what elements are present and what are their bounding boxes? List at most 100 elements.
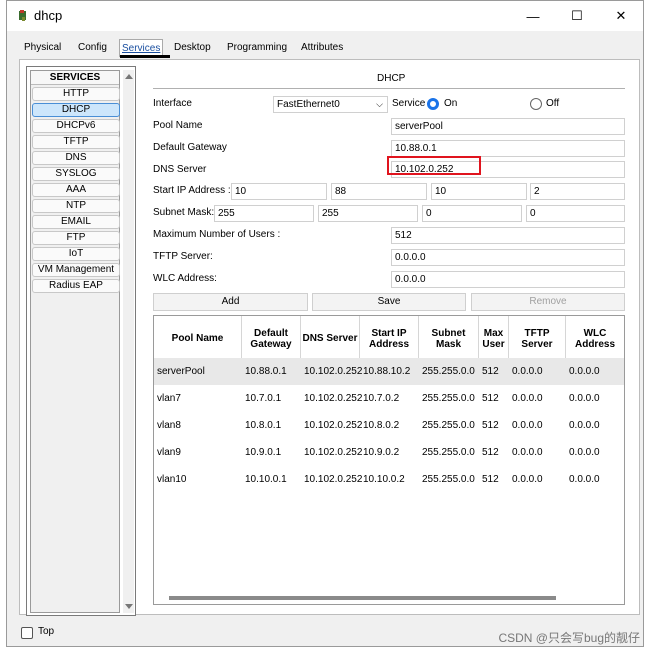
services-panel: SERVICES HTTP DHCP DHCPv6 TFTP DNS SYSLO…: [19, 59, 640, 616]
services-scrollbar[interactable]: [123, 70, 134, 613]
table-horizontal-scrollbar[interactable]: [169, 596, 556, 600]
tab-config[interactable]: Config: [78, 39, 107, 57]
top-checkbox[interactable]: [21, 627, 33, 639]
subnet-mask-octet-1[interactable]: 255: [214, 205, 314, 222]
cell-max-user: 512: [482, 447, 499, 458]
tab-physical[interactable]: Physical: [24, 39, 61, 57]
cell-gateway: 10.9.0.1: [245, 447, 282, 458]
cell-gateway: 10.8.0.1: [245, 420, 282, 431]
maximize-button[interactable]: ☐: [555, 1, 599, 31]
tab-desktop[interactable]: Desktop: [174, 39, 211, 57]
table-row[interactable]: vlan7 10.7.0.1 10.102.0.252 10.7.0.2 255…: [154, 385, 624, 412]
service-item-dns[interactable]: DNS: [32, 151, 120, 165]
table-row[interactable]: serverPool 10.88.0.1 10.102.0.252 10.88.…: [154, 358, 624, 385]
service-item-ntp[interactable]: NTP: [32, 199, 120, 213]
subnet-mask-label: Subnet Mask:: [153, 207, 215, 218]
col-header-max-user[interactable]: Max User: [479, 316, 509, 362]
cell-max-user: 512: [482, 366, 499, 377]
cell-pool-name: vlan8: [157, 420, 181, 431]
service-item-syslog[interactable]: SYSLOG: [32, 167, 120, 181]
services-header: SERVICES: [31, 71, 119, 85]
table-row[interactable]: vlan8 10.8.0.1 10.102.0.252 10.8.0.2 255…: [154, 412, 624, 439]
scroll-down-icon[interactable]: [125, 604, 133, 609]
service-item-radius-eap[interactable]: Radius EAP: [32, 279, 120, 293]
cell-mask: 255.255.0.0: [422, 366, 475, 377]
service-item-iot[interactable]: IoT: [32, 247, 120, 261]
service-item-http[interactable]: HTTP: [32, 87, 120, 101]
col-header-dns-server[interactable]: DNS Server: [301, 316, 360, 362]
tab-attributes[interactable]: Attributes: [301, 39, 343, 57]
cell-wlc: 0.0.0.0: [569, 474, 600, 485]
col-header-wlc-address[interactable]: WLC Address: [566, 316, 624, 362]
remove-button[interactable]: Remove: [471, 293, 625, 311]
table-row[interactable]: vlan10 10.10.0.1 10.102.0.252 10.10.0.2 …: [154, 466, 624, 493]
col-header-tftp-server[interactable]: TFTP Server: [509, 316, 566, 362]
col-header-default-gateway[interactable]: Default Gateway: [242, 316, 301, 362]
tftp-label: TFTP Server:: [153, 251, 213, 262]
interface-value: FastEthernet0: [277, 99, 340, 110]
service-item-dhcp[interactable]: DHCP: [32, 103, 120, 117]
cell-tftp: 0.0.0.0: [512, 393, 543, 404]
app-icon: [19, 10, 26, 21]
interface-select[interactable]: FastEthernet0 ⌵: [273, 96, 388, 113]
cell-dns: 10.102.0.252: [304, 420, 363, 431]
service-off-radio[interactable]: [530, 98, 542, 110]
col-header-start-ip[interactable]: Start IP Address: [360, 316, 419, 362]
start-ip-octet-1[interactable]: 10: [231, 183, 327, 200]
dhcp-title: DHCP: [377, 73, 406, 84]
pool-name-input[interactable]: serverPool: [391, 118, 625, 135]
cell-wlc: 0.0.0.0: [569, 447, 600, 458]
col-header-subnet-mask[interactable]: Subnet Mask: [419, 316, 479, 362]
cell-wlc: 0.0.0.0: [569, 420, 600, 431]
services-list: SERVICES HTTP DHCP DHCPv6 TFTP DNS SYSLO…: [26, 66, 136, 616]
max-users-input[interactable]: 512: [391, 227, 625, 244]
cell-mask: 255.255.0.0: [422, 447, 475, 458]
service-on-radio[interactable]: [427, 98, 439, 110]
wlc-input[interactable]: 0.0.0.0: [391, 271, 625, 288]
save-button[interactable]: Save: [312, 293, 466, 311]
scroll-up-icon[interactable]: [125, 74, 133, 79]
tab-services-label: Services: [122, 43, 161, 54]
service-item-aaa[interactable]: AAA: [32, 183, 120, 197]
start-ip-octet-2[interactable]: 88: [331, 183, 427, 200]
service-item-email[interactable]: EMAIL: [32, 215, 120, 229]
service-item-tftp[interactable]: TFTP: [32, 135, 120, 149]
service-off-label: Off: [546, 98, 560, 109]
cell-dns: 10.102.0.252: [304, 393, 363, 404]
dns-label: DNS Server: [153, 164, 207, 175]
cell-pool-name: vlan10: [157, 474, 187, 485]
cell-start-ip: 10.88.10.2: [363, 366, 411, 377]
start-ip-octet-4[interactable]: 2: [530, 183, 625, 200]
service-item-ftp[interactable]: FTP: [32, 231, 120, 245]
max-users-label: Maximum Number of Users :: [153, 229, 281, 240]
title-bar[interactable]: dhcp — ☐ ✕: [7, 1, 643, 31]
subnet-mask-octet-4[interactable]: 0: [526, 205, 625, 222]
top-label: Top: [38, 626, 55, 637]
gateway-input[interactable]: 10.88.0.1: [391, 140, 625, 157]
service-item-dhcpv6[interactable]: DHCPv6: [32, 119, 120, 133]
cell-max-user: 512: [482, 420, 499, 431]
cell-mask: 255.255.0.0: [422, 474, 475, 485]
tab-programming[interactable]: Programming: [227, 39, 287, 57]
cell-start-ip: 10.10.0.2: [363, 474, 405, 485]
table-row[interactable]: vlan9 10.9.0.1 10.102.0.252 10.9.0.2 255…: [154, 439, 624, 466]
service-item-vm-management[interactable]: VM Management: [32, 263, 120, 277]
services-list-inner: SERVICES HTTP DHCP DHCPv6 TFTP DNS SYSLO…: [30, 70, 120, 613]
interface-label: Interface: [153, 98, 192, 109]
tftp-input[interactable]: 0.0.0.0: [391, 249, 625, 266]
subnet-mask-octet-3[interactable]: 0: [422, 205, 522, 222]
close-button[interactable]: ✕: [599, 1, 643, 31]
minimize-button[interactable]: —: [511, 1, 555, 31]
cell-dns: 10.102.0.252: [304, 366, 363, 377]
cell-start-ip: 10.8.0.2: [363, 420, 400, 431]
col-header-pool-name[interactable]: Pool Name: [154, 316, 242, 362]
cell-tftp: 0.0.0.0: [512, 420, 543, 431]
cell-start-ip: 10.7.0.2: [363, 393, 400, 404]
cell-gateway: 10.10.0.1: [245, 474, 287, 485]
start-ip-octet-3[interactable]: 10: [431, 183, 527, 200]
dhcp-window: dhcp — ☐ ✕ Physical Config Services Desk…: [6, 0, 644, 647]
cell-wlc: 0.0.0.0: [569, 393, 600, 404]
gateway-label: Default Gateway: [153, 142, 227, 153]
add-button[interactable]: Add: [153, 293, 308, 311]
subnet-mask-octet-2[interactable]: 255: [318, 205, 418, 222]
